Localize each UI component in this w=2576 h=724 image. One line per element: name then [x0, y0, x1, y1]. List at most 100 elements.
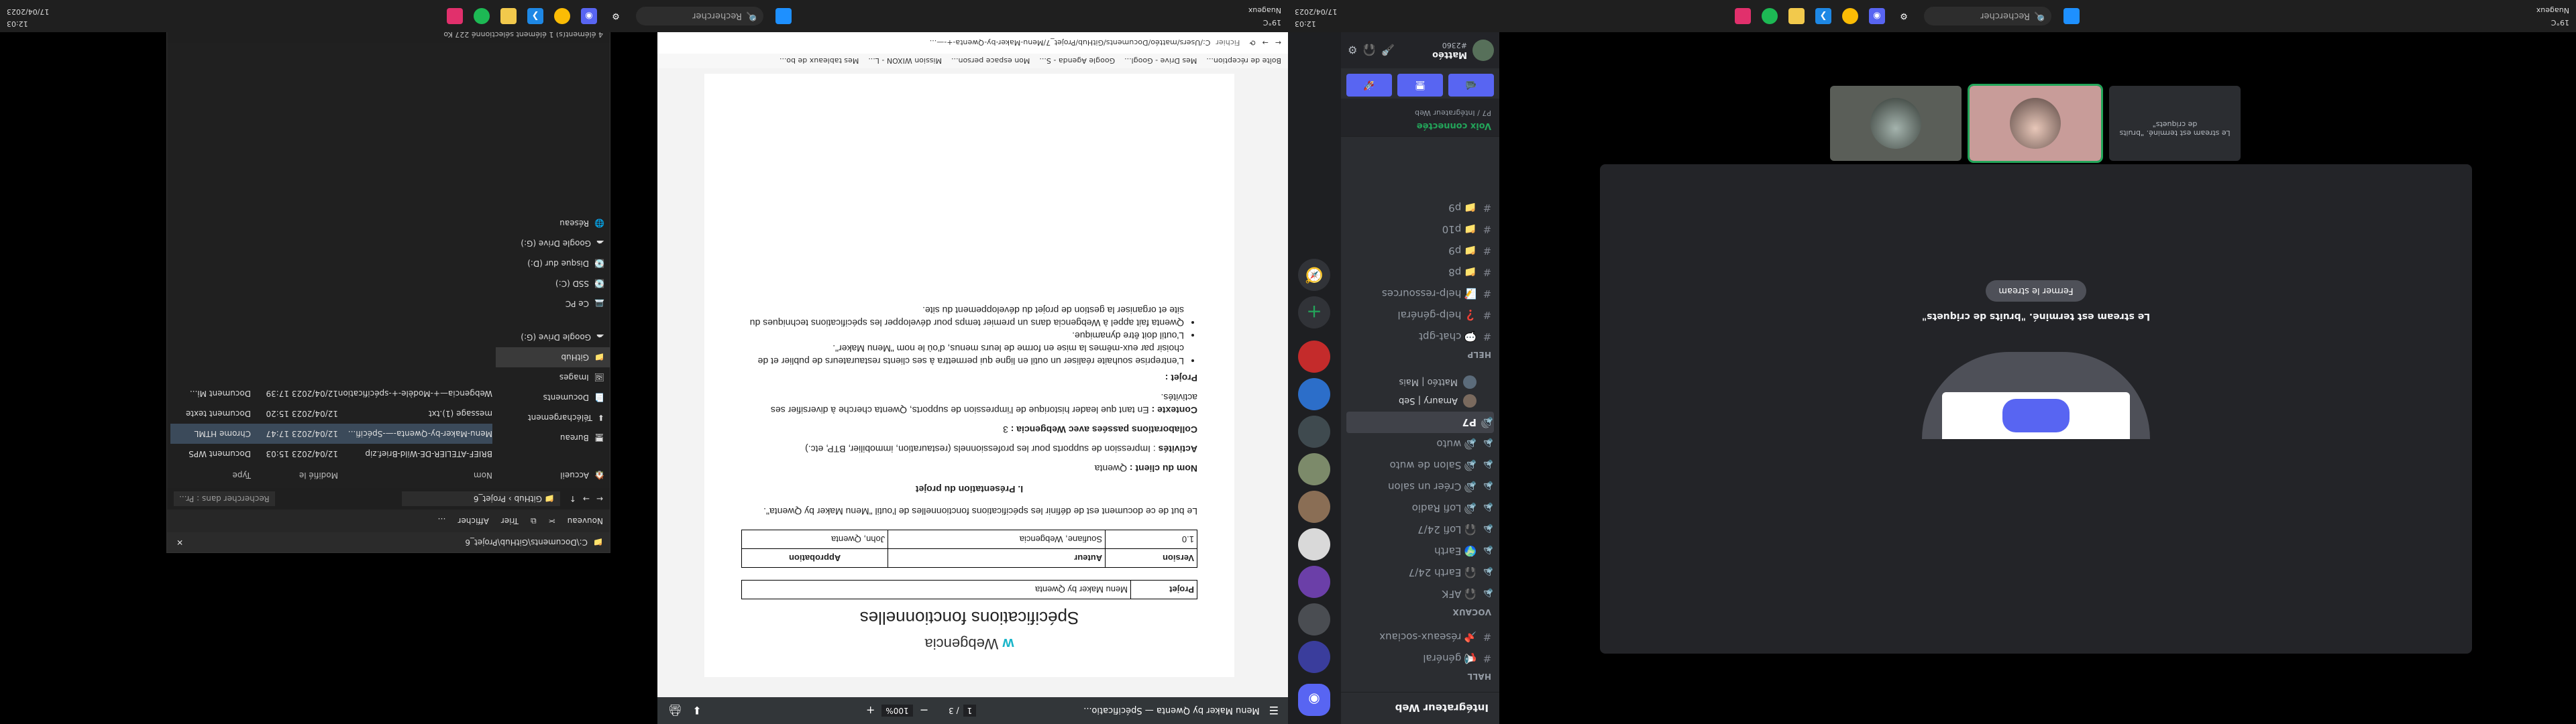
new-button[interactable]: Nouveau [568, 516, 603, 526]
channel-general[interactable]: # 📢 général [1346, 648, 1494, 669]
voice-channel-salon-wuto[interactable]: 🔈 🔊 Salon de wuto [1346, 455, 1494, 476]
spotify-icon[interactable] [1762, 8, 1778, 24]
channel-p9-b[interactable]: # 📁 p9 [1346, 197, 1494, 219]
menu-icon[interactable]: ☰ [1269, 705, 1279, 717]
weather-widget[interactable]: 19°C Nuageux [1248, 4, 1281, 28]
windows-start-icon[interactable] [775, 8, 792, 24]
headphones-icon[interactable]: 🎧 [1362, 44, 1376, 57]
chrome-icon[interactable] [1842, 8, 1858, 24]
back-icon[interactable]: ← [1275, 39, 1281, 48]
zoom-level[interactable]: 100% [881, 705, 913, 717]
nav-documents[interactable]: 📄 Documents [496, 387, 610, 408]
copy-icon[interactable]: ⧉ [531, 516, 537, 526]
zoom-out-icon[interactable]: − [920, 705, 928, 717]
channel-chat-gpt[interactable]: # 💬 chat-gpt [1346, 326, 1494, 347]
nav-google-drive[interactable]: ☁ Google Drive (G:) [496, 327, 610, 347]
nav-images[interactable]: 🖼 Images [496, 367, 610, 387]
close-stream-button[interactable]: Fermer le stream [1986, 280, 2086, 302]
file-row[interactable]: Webgencia—+-Modèle-+-spécifications-t...… [170, 383, 492, 404]
file-row[interactable]: message (1).txt 12/04/2023 15:20 Documen… [170, 404, 492, 424]
voice-channel-lofi247[interactable]: 🔈 🎧 Lofi 24/7 [1346, 519, 1494, 540]
vscode-icon[interactable]: ❯ [527, 8, 543, 24]
nav-home[interactable]: 🏠 Accueil [496, 465, 610, 485]
avatar[interactable] [1472, 40, 1494, 61]
screen-share-button[interactable]: 🖥 [1397, 74, 1443, 97]
reload-icon[interactable]: ⟳ [1249, 39, 1255, 48]
windows-start-icon[interactable] [2063, 8, 2080, 24]
print-icon[interactable]: 🖨 [668, 705, 682, 717]
explorer-icon[interactable] [1788, 8, 1805, 24]
server-icon-4[interactable] [1298, 528, 1330, 560]
zoom-in-icon[interactable]: + [866, 705, 875, 717]
channel-help-general[interactable]: # ❓ help-général [1346, 304, 1494, 326]
voice-channel-wuto[interactable]: 🔈 🔊 wuto [1346, 433, 1494, 455]
server-icon-7[interactable] [1298, 416, 1330, 448]
nav-downloads[interactable]: ⬇ Téléchargement [496, 408, 610, 428]
category-hall[interactable]: HALL [1467, 672, 1491, 681]
nav-github[interactable]: 📁 GitHub [496, 347, 610, 367]
address-input[interactable]: C:/Users/mattéo/Documents/GitHub/Projet_… [930, 39, 1211, 48]
forward-icon[interactable]: → [583, 494, 590, 503]
server-icon-8[interactable] [1298, 378, 1330, 410]
server-header[interactable]: Intégrateur Web [1341, 692, 1499, 724]
channel-p8[interactable]: # 📁 p8 [1346, 261, 1494, 283]
nav-this-pc[interactable]: 💻 Ce PC [496, 294, 610, 314]
file-row-selected[interactable]: Menu-Maker-by-Qwenta-—-Spécifi... 12/04/… [170, 424, 492, 444]
server-icon-2[interactable] [1298, 603, 1330, 636]
discord-icon[interactable]: ◉ [581, 8, 597, 24]
file-row[interactable]: BRIEF-ATELIER-DE-Wild-Brief.zip 12/04/20… [170, 444, 492, 464]
download-icon[interactable]: ⬇ [692, 705, 701, 717]
stream-thumbnail-user[interactable] [1968, 84, 2103, 163]
gear-icon[interactable]: ⚙ [1348, 44, 1357, 57]
explorer-icon[interactable] [500, 8, 517, 24]
taskbar-search[interactable]: 🔍 Rechercher [1924, 7, 2051, 25]
discord-home-icon[interactable]: ◉ [1298, 684, 1330, 716]
search-input[interactable]: Rechercher dans : Pr... [174, 491, 275, 506]
page-current[interactable]: 1 [963, 705, 977, 717]
bookmark[interactable]: Google Agenda - S... [1039, 57, 1115, 66]
spotify-icon[interactable] [474, 8, 490, 24]
settings-icon[interactable]: ⚙ [608, 8, 624, 24]
sort-button[interactable]: Trier [501, 516, 519, 526]
activity-button[interactable]: 🚀 [1346, 74, 1392, 97]
view-button[interactable]: Afficher [458, 516, 488, 526]
up-icon[interactable]: ↑ [570, 494, 576, 503]
chrome-icon[interactable] [554, 8, 570, 24]
bookmark[interactable]: Mission WIXON - L... [868, 57, 942, 66]
bookmark[interactable]: Mon espace person... [951, 57, 1030, 66]
taskbar-search[interactable]: 🔍 Rechercher [636, 7, 763, 25]
camera-button[interactable]: 📹 [1448, 74, 1494, 97]
more-icon[interactable]: … [437, 516, 445, 526]
back-icon[interactable]: ← [596, 494, 603, 503]
server-icon-5[interactable] [1298, 491, 1330, 523]
discord-icon[interactable]: ◉ [1869, 8, 1885, 24]
nav-hdd[interactable]: 💽 Disque dur (D:) [496, 253, 610, 274]
stream-thumbnail-user-2[interactable] [1830, 86, 1962, 161]
channel-p10[interactable]: # 📁 p10 [1346, 219, 1494, 240]
bookmark[interactable]: Boîte de réception... [1206, 57, 1281, 66]
settings-icon[interactable]: ⚙ [1896, 8, 1912, 24]
nav-desktop[interactable]: 🖥 Bureau [496, 428, 610, 448]
instagram-icon[interactable] [447, 8, 463, 24]
forward-icon[interactable]: → [1263, 39, 1269, 48]
voice-user-2[interactable]: Mattéo | Mais [1346, 371, 1477, 393]
nav-ssd[interactable]: 💽 SSD (C:) [496, 274, 610, 294]
server-icon-6[interactable] [1298, 453, 1330, 485]
voice-user-1[interactable]: Amaury | Seb [1346, 390, 1477, 412]
voice-channel-lofiradio[interactable]: 🔈 🔊 Lofi Radio [1346, 497, 1494, 519]
server-icon-1[interactable] [1298, 641, 1330, 673]
voice-channel-afk[interactable]: 🔈 🎧 AFK [1346, 583, 1494, 605]
channel-help-resources[interactable]: # 📝 help-ressources [1346, 283, 1494, 304]
bookmark[interactable]: Mes tableaux de bo... [780, 57, 859, 66]
nav-google-drive-2[interactable]: ☁ Google Drive (G:) [496, 233, 610, 253]
cut-icon[interactable]: ✂ [549, 516, 555, 526]
breadcrumb[interactable]: 📁 GitHub › Projet_6 [401, 491, 560, 506]
voice-channel-earth[interactable]: 🔈 🌍 Earth [1346, 540, 1494, 562]
category-help[interactable]: HELP [1467, 350, 1491, 359]
voice-channel-earth247[interactable]: 🔈 🎧 Earth 24/7 [1346, 562, 1494, 583]
server-icon-3[interactable] [1298, 566, 1330, 598]
stream-thumbnail-ended[interactable]: Le stream est terminé. "bruits de crique… [2109, 86, 2241, 161]
close-icon[interactable]: ✕ [176, 538, 183, 547]
instagram-icon[interactable] [1735, 8, 1751, 24]
add-server-icon[interactable]: + [1298, 296, 1330, 328]
